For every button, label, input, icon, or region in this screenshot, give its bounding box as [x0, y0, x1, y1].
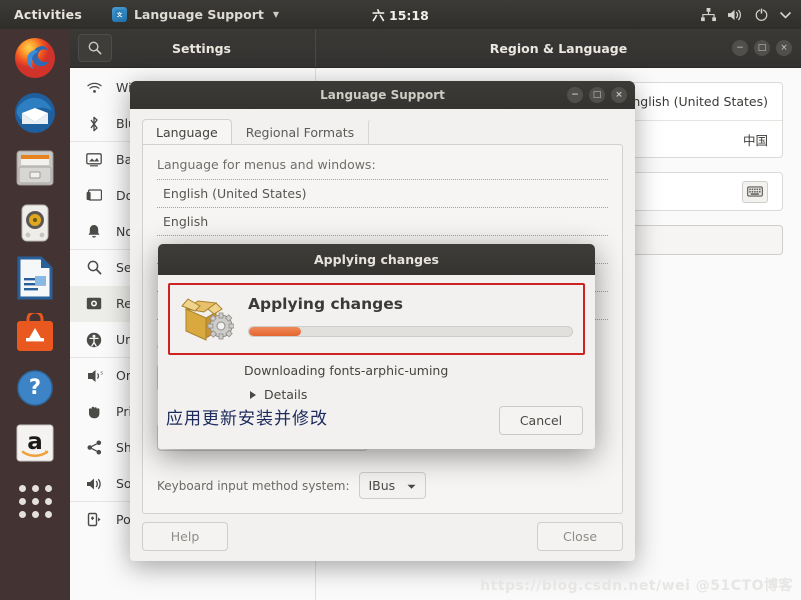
search-icon	[84, 260, 104, 275]
package-gear-icon	[180, 293, 235, 343]
dock-item-ubuntu-software[interactable]	[12, 310, 58, 356]
app-menu[interactable]: 文 Language Support ▼	[111, 7, 280, 22]
close-button[interactable]: Close	[537, 522, 623, 551]
watermark: https://blog.csdn.net/wei @51CTO博客	[480, 575, 793, 595]
progress-bar	[248, 326, 573, 337]
region-language-icon	[84, 297, 104, 310]
formats-row-value: 中国	[742, 132, 768, 148]
close-button[interactable]: ×	[611, 87, 627, 103]
language-support-icon: 文	[111, 7, 127, 22]
dock-item-files[interactable]	[12, 145, 58, 191]
wifi-icon	[84, 82, 104, 94]
app-menu-label: Language Support	[133, 7, 264, 22]
details-expander[interactable]: Details	[250, 387, 585, 402]
chevron-down-icon: ▼	[272, 10, 280, 19]
minimize-button[interactable]: −	[567, 87, 583, 103]
details-label: Details	[264, 387, 308, 402]
keyboard-input-label: Keyboard input method system:	[157, 478, 350, 493]
settings-titlebar-left: Settings	[70, 29, 316, 67]
privacy-icon	[84, 404, 104, 419]
language-support-window-controls[interactable]: − □ ×	[567, 87, 627, 103]
watermark-url: https://blog.csdn.net/wei	[480, 578, 691, 594]
keyboard-input-method-row: Keyboard input method system: IBus	[157, 472, 427, 499]
power-icon	[84, 512, 104, 527]
dock-item-thunderbird[interactable]	[12, 90, 58, 136]
applying-changes-title: Applying changes	[314, 252, 439, 267]
applying-changes-titlebar: Applying changes	[158, 244, 595, 275]
accessibility-icon	[84, 332, 104, 348]
tab-language[interactable]: Language	[142, 119, 232, 145]
annotation-text: 应用更新安装并修改	[166, 409, 328, 429]
progress-highlight-box: Applying changes	[168, 283, 585, 355]
applying-changes-heading: Applying changes	[248, 295, 403, 313]
volume-icon[interactable]	[727, 8, 743, 22]
bell-icon	[84, 224, 104, 239]
background-icon	[84, 152, 104, 167]
list-item[interactable]: English (United States)	[157, 180, 608, 208]
watermark-brand: @51CTO博客	[695, 578, 793, 594]
cancel-button[interactable]: Cancel	[499, 406, 583, 435]
download-status-text: Downloading fonts-arphic-uming	[244, 363, 449, 378]
keyboard-input-method-dropdown[interactable]: IBus	[358, 472, 427, 499]
close-button[interactable]: ×	[776, 40, 792, 56]
applying-changes-body: Applying changes Downloading fonts-arphi…	[158, 275, 595, 449]
activities-button[interactable]: Activities	[14, 7, 82, 22]
triangle-right-icon	[250, 390, 256, 399]
dock-item-libreoffice-writer[interactable]	[12, 255, 58, 301]
language-support-tabs[interactable]: Language Regional Formats	[142, 119, 623, 145]
clock[interactable]: 六 15:18	[341, 5, 461, 24]
dock-icon	[84, 188, 104, 203]
dock-item-firefox[interactable]	[12, 35, 58, 81]
sharing-icon	[84, 440, 104, 455]
svg-text:s: s	[100, 370, 103, 376]
dock-item-help[interactable]: ?	[12, 365, 58, 411]
settings-title: Settings	[171, 40, 231, 56]
progress-text-area: Applying changes	[248, 293, 573, 337]
ubuntu-dock[interactable]: ? a	[0, 29, 70, 600]
applying-changes-dialog: Applying changes Applying changes Downlo…	[158, 244, 595, 449]
language-row-value: English (United States)	[624, 94, 768, 109]
settings-titlebar: Settings Region & Language − □ ×	[70, 29, 801, 68]
sound-icon	[84, 477, 104, 491]
settings-window-controls[interactable]: − □ ×	[732, 40, 792, 56]
bluetooth-icon	[84, 116, 104, 132]
list-item[interactable]: English	[157, 208, 608, 236]
maximize-button[interactable]: □	[589, 87, 605, 103]
svg-text:?: ?	[29, 375, 41, 399]
dock-item-amazon[interactable]: a	[12, 420, 58, 466]
tab-divider	[368, 119, 400, 145]
svg-text:a: a	[27, 429, 43, 455]
network-icon[interactable]	[701, 7, 716, 22]
panel-title: Region & Language	[489, 40, 628, 56]
minimize-button[interactable]: −	[732, 40, 748, 56]
settings-titlebar-right: Region & Language − □ ×	[316, 29, 801, 67]
system-tray[interactable]	[701, 7, 791, 22]
language-support-footer: Help Close	[142, 522, 623, 551]
top-bar: Activities 文 Language Support ▼ 六 15:18	[0, 0, 801, 29]
chevron-down-icon	[407, 478, 416, 493]
dock-item-show-applications[interactable]	[12, 475, 58, 521]
language-support-title: Language Support	[320, 88, 445, 102]
search-icon[interactable]	[78, 34, 112, 62]
help-button[interactable]: Help	[142, 522, 228, 551]
keyboard-input-value: IBus	[368, 478, 396, 493]
chevron-down-icon[interactable]	[780, 11, 791, 19]
power-icon[interactable]	[754, 7, 769, 22]
tab-regional-formats[interactable]: Regional Formats	[232, 119, 368, 145]
language-support-titlebar: Language Support − □ ×	[130, 81, 635, 109]
progress-bar-fill	[249, 327, 301, 336]
apps-grid-icon	[18, 484, 52, 518]
maximize-button[interactable]: □	[754, 40, 770, 56]
dock-item-rhythmbox[interactable]	[12, 200, 58, 246]
online-accounts-icon: s	[84, 369, 104, 383]
svg-text:文: 文	[117, 11, 123, 19]
keyboard-icon[interactable]	[742, 180, 768, 203]
menus-windows-label: Language for menus and windows:	[157, 157, 376, 172]
